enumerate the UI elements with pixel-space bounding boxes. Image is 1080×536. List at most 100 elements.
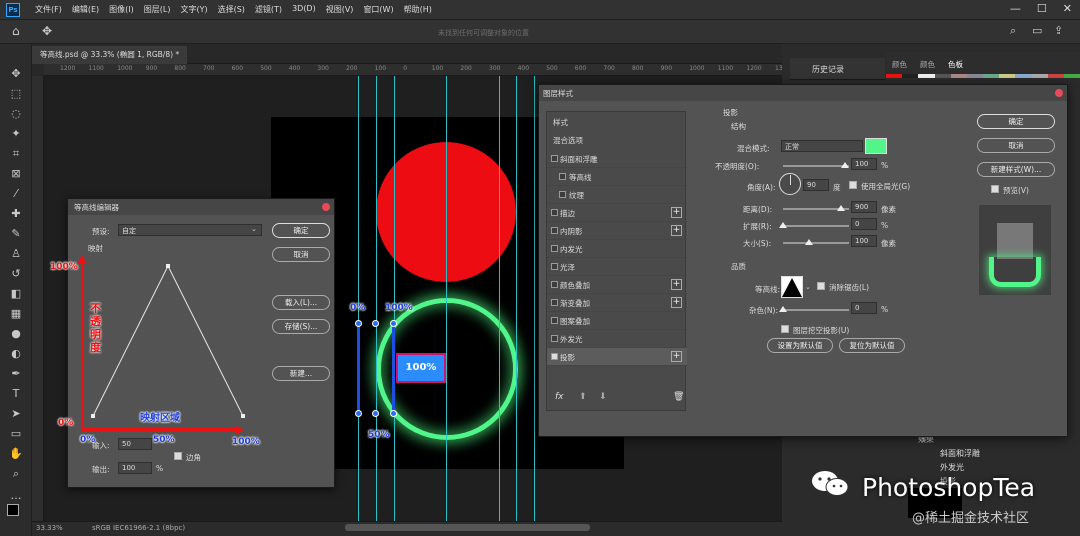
document-tab[interactable]: 等高线.psd @ 33.3% (椭圆 1, RGB/8) *: [32, 46, 188, 64]
guide-line[interactable]: [499, 76, 500, 521]
opacity-slider[interactable]: [783, 165, 849, 167]
ok-button[interactable]: 确定: [977, 114, 1055, 129]
tab-color-2[interactable]: 颜色: [920, 59, 935, 70]
antialias-checkbox[interactable]: [817, 282, 825, 290]
angle-dial[interactable]: [779, 173, 801, 195]
minimize-icon[interactable]: —: [1010, 2, 1021, 15]
style-item-checkbox[interactable]: [551, 335, 558, 342]
curve-point[interactable]: [166, 264, 170, 268]
tab-swatches[interactable]: 色板: [948, 59, 963, 70]
angle-field[interactable]: 90: [803, 179, 829, 191]
contour-graph[interactable]: [83, 256, 253, 426]
layer-effect-bevel[interactable]: 斜面和浮雕: [940, 448, 980, 459]
menu-image[interactable]: 图像(I): [104, 4, 139, 15]
size-slider[interactable]: [783, 242, 849, 244]
share-icon[interactable]: ⇪: [1054, 24, 1063, 37]
size-slider-knob[interactable]: [805, 239, 813, 245]
style-item-checkbox[interactable]: [551, 155, 558, 162]
style-item[interactable]: 图案叠加: [547, 312, 687, 330]
cancel-button[interactable]: 取消: [272, 247, 330, 262]
spread-field[interactable]: 0: [851, 218, 877, 230]
style-item[interactable]: 渐变叠加 +: [547, 294, 687, 312]
menu-view[interactable]: 视图(V): [321, 4, 359, 15]
chevron-down-icon[interactable]: ⌄: [805, 283, 811, 291]
eyedropper-icon[interactable]: ⁄: [6, 186, 26, 202]
move-up-icon[interactable]: ⬆: [579, 392, 587, 402]
add-effect-icon[interactable]: +: [671, 225, 682, 236]
style-item-checkbox[interactable]: [559, 173, 566, 180]
eraser-icon[interactable]: ◧: [6, 286, 26, 302]
blur-icon[interactable]: ●: [6, 326, 26, 342]
save-button[interactable]: 存储(S)...: [272, 319, 330, 334]
menu-layer[interactable]: 图层(L): [139, 4, 176, 15]
maximize-icon[interactable]: ☐: [1037, 2, 1047, 15]
brush-icon[interactable]: ✎: [6, 226, 26, 242]
close-icon[interactable]: ✕: [1063, 2, 1072, 15]
noise-field[interactable]: 0: [851, 302, 877, 314]
type-icon[interactable]: T: [6, 386, 26, 402]
history-panel-tab[interactable]: 历史记录: [790, 58, 885, 80]
style-item[interactable]: 描边 +: [547, 204, 687, 222]
style-item[interactable]: 内阴影 +: [547, 222, 687, 240]
style-item-checkbox[interactable]: [551, 353, 558, 360]
guide-line[interactable]: [446, 76, 447, 521]
menu-window[interactable]: 窗口(W): [358, 4, 398, 15]
opacity-slider-knob[interactable]: [841, 162, 849, 168]
guide-line[interactable]: [516, 76, 517, 521]
global-light-checkbox[interactable]: [849, 181, 857, 189]
curve-point[interactable]: [91, 414, 95, 418]
crop-icon[interactable]: ⌗: [6, 146, 26, 162]
style-item[interactable]: 内发光: [547, 240, 687, 258]
path-select-icon[interactable]: ➤: [6, 406, 26, 422]
tab-color[interactable]: 颜色: [892, 59, 907, 70]
zoom-icon[interactable]: ⌕: [6, 466, 26, 482]
guide-line[interactable]: [534, 76, 535, 521]
input-field[interactable]: 50: [118, 438, 152, 450]
spread-slider-knob[interactable]: [779, 222, 787, 228]
noise-slider[interactable]: [783, 309, 849, 311]
magic-wand-icon[interactable]: ✦: [6, 126, 26, 142]
workspace-icon[interactable]: ▭: [1032, 24, 1042, 37]
guide-line[interactable]: [376, 76, 377, 521]
pen-icon[interactable]: ✒: [6, 366, 26, 382]
move-tool-icon[interactable]: ✥: [42, 24, 52, 38]
style-item[interactable]: 投影 +: [547, 348, 687, 366]
guide-line[interactable]: [358, 76, 359, 521]
style-item-checkbox[interactable]: [551, 209, 558, 216]
style-item[interactable]: 斜面和浮雕: [547, 150, 687, 168]
preset-select[interactable]: 自定: [118, 224, 262, 236]
style-item-checkbox[interactable]: [551, 245, 558, 252]
menu-edit[interactable]: 编辑(E): [67, 4, 104, 15]
add-effect-icon[interactable]: +: [671, 351, 682, 362]
shape-icon[interactable]: ▭: [6, 426, 26, 442]
marquee-icon[interactable]: ⬚: [6, 86, 26, 102]
healing-icon[interactable]: ✚: [6, 206, 26, 222]
menu-filter[interactable]: 滤镜(T): [250, 4, 287, 15]
shadow-color-swatch[interactable]: [865, 138, 887, 154]
spread-slider[interactable]: [783, 225, 849, 227]
new-button[interactable]: 新建...: [272, 366, 330, 381]
corner-checkbox[interactable]: [174, 452, 182, 460]
opacity-field[interactable]: 100: [851, 158, 877, 170]
cancel-button[interactable]: 取消: [977, 138, 1055, 153]
curve-point[interactable]: [241, 414, 245, 418]
menu-file[interactable]: 文件(F): [30, 4, 67, 15]
style-item[interactable]: 颜色叠加 +: [547, 276, 687, 294]
move-down-icon[interactable]: ⬇: [599, 392, 607, 402]
dodge-icon[interactable]: ◐: [6, 346, 26, 362]
output-field[interactable]: 100: [118, 462, 152, 474]
new-style-button[interactable]: 新建样式(W)...: [977, 162, 1055, 177]
menu-type[interactable]: 文字(Y): [175, 4, 212, 15]
preview-checkbox[interactable]: [991, 185, 999, 193]
stamp-icon[interactable]: ♙: [6, 246, 26, 262]
add-effect-icon[interactable]: +: [671, 297, 682, 308]
knockout-checkbox[interactable]: [781, 325, 789, 333]
move-icon[interactable]: ✥: [6, 66, 26, 82]
search-icon[interactable]: ⌕: [1010, 24, 1016, 38]
make-default-button[interactable]: 设置为默认值: [767, 338, 833, 353]
trash-icon[interactable]: 🗑: [673, 392, 684, 402]
lasso-icon[interactable]: ◌: [6, 106, 26, 122]
menu-3d[interactable]: 3D(D): [287, 4, 321, 15]
style-item-checkbox[interactable]: [551, 281, 558, 288]
size-field[interactable]: 100: [851, 235, 877, 247]
